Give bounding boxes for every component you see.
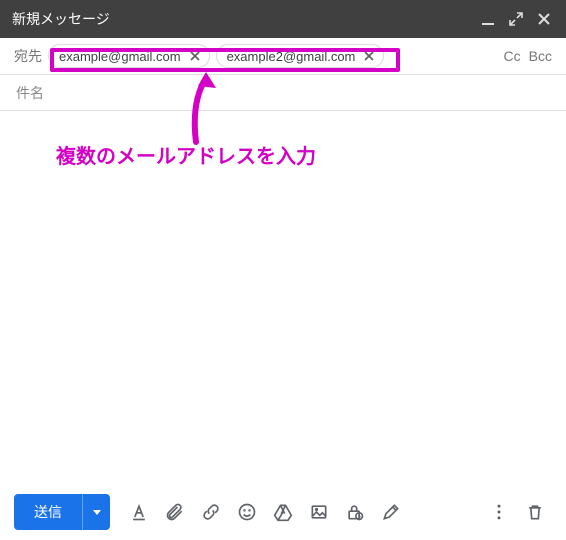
x-icon xyxy=(361,48,377,64)
compose-header: 新規メッセージ xyxy=(0,0,566,38)
text-format-icon xyxy=(129,502,149,522)
close-button[interactable] xyxy=(534,9,554,29)
window-title: 新規メッセージ xyxy=(12,9,470,29)
minimize-button[interactable] xyxy=(478,9,498,29)
remove-chip-button[interactable] xyxy=(361,48,377,64)
send-options-button[interactable] xyxy=(82,494,110,530)
cc-bcc-links: Cc Bcc xyxy=(504,48,552,64)
subject-row[interactable] xyxy=(0,75,566,111)
recipient-email: example2@gmail.com xyxy=(227,49,356,64)
to-label: 宛先 xyxy=(14,46,48,66)
insert-emoji-button[interactable] xyxy=(230,495,264,529)
discard-draft-button[interactable] xyxy=(518,495,552,529)
confidential-mode-button[interactable] xyxy=(338,495,372,529)
drive-icon xyxy=(273,502,293,522)
caret-down-icon xyxy=(92,507,102,517)
lock-clock-icon xyxy=(345,502,365,522)
pen-icon xyxy=(381,502,401,522)
compose-toolbar: 送信 xyxy=(0,484,566,540)
fullscreen-button[interactable] xyxy=(506,9,526,29)
more-options-button[interactable] xyxy=(482,495,516,529)
emoji-icon xyxy=(237,502,257,522)
insert-photo-button[interactable] xyxy=(302,495,336,529)
recipient-email: example@gmail.com xyxy=(59,49,181,64)
insert-drive-button[interactable] xyxy=(266,495,300,529)
recipient-chips: example@gmail.com example2@gmail.com xyxy=(48,44,384,68)
minimize-icon xyxy=(481,12,495,26)
send-button-group: 送信 xyxy=(14,494,110,530)
more-vert-icon xyxy=(489,502,509,522)
insert-signature-button[interactable] xyxy=(374,495,408,529)
attach-button[interactable] xyxy=(158,495,192,529)
message-body[interactable] xyxy=(0,111,566,484)
subject-input[interactable] xyxy=(14,84,552,102)
close-icon xyxy=(537,12,551,26)
expand-icon xyxy=(509,12,523,26)
paperclip-icon xyxy=(165,502,185,522)
bcc-link[interactable]: Bcc xyxy=(529,48,552,64)
recipient-chip[interactable]: example@gmail.com xyxy=(48,44,210,68)
send-button[interactable]: 送信 xyxy=(14,494,82,530)
x-icon xyxy=(187,48,203,64)
trash-icon xyxy=(525,502,545,522)
image-icon xyxy=(309,502,329,522)
formatting-button[interactable] xyxy=(122,495,156,529)
recipient-chip[interactable]: example2@gmail.com xyxy=(216,44,385,68)
insert-link-button[interactable] xyxy=(194,495,228,529)
link-icon xyxy=(201,502,221,522)
recipients-row[interactable]: 宛先 example@gmail.com example2@gmail.com … xyxy=(0,38,566,75)
remove-chip-button[interactable] xyxy=(187,48,203,64)
cc-link[interactable]: Cc xyxy=(504,48,521,64)
